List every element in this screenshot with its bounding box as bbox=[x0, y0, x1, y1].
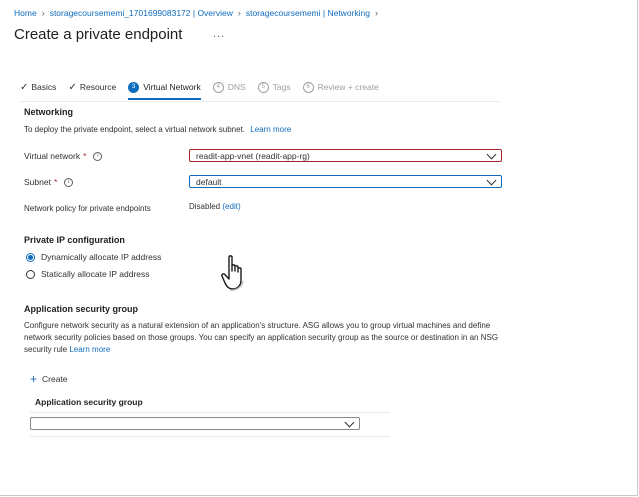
learn-more-link[interactable]: Learn more bbox=[250, 125, 291, 134]
checkmark-icon: ✓ bbox=[20, 81, 29, 93]
virtual-network-select[interactable]: readit-app-vnet (readit-app-rg) bbox=[189, 149, 502, 162]
network-policy-label: Network policy for private endpoints bbox=[24, 204, 151, 213]
plus-icon: + bbox=[30, 372, 38, 386]
asg-column-header: Application security group bbox=[35, 397, 143, 407]
breadcrumb: Home › storagecoursememi_1701699083172 |… bbox=[14, 8, 378, 18]
asg-heading: Application security group bbox=[24, 304, 139, 314]
radio-static-ip[interactable]: Statically allocate IP address bbox=[26, 269, 150, 279]
step-number-icon: 5 bbox=[257, 81, 269, 93]
subnet-select[interactable]: default bbox=[189, 175, 502, 188]
radio-label: Statically allocate IP address bbox=[41, 269, 150, 279]
subnet-value: default bbox=[196, 176, 222, 187]
vnet-label: Virtual network bbox=[24, 151, 81, 161]
tab-label: Resource bbox=[79, 82, 117, 92]
table-divider bbox=[30, 436, 390, 437]
breadcrumb-home[interactable]: Home bbox=[14, 8, 37, 18]
radio-label: Dynamically allocate IP address bbox=[41, 252, 162, 262]
chevron-down-icon bbox=[344, 417, 355, 427]
virtual-network-value: readit-app-vnet (readit-app-rg) bbox=[196, 150, 310, 161]
chevron-right-icon: › bbox=[374, 8, 378, 18]
subnet-label-row: Subnet * i bbox=[24, 177, 74, 187]
tab-label: DNS bbox=[227, 82, 246, 92]
chevron-right-icon: › bbox=[237, 8, 241, 18]
networking-description: To deploy the private endpoint, select a… bbox=[24, 125, 246, 134]
wizard-tabs: ✓ Basics ✓ Resource 3 Virtual Network 4 … bbox=[20, 80, 391, 100]
tab-label: Tags bbox=[272, 82, 291, 92]
radio-dynamic-ip[interactable]: Dynamically allocate IP address bbox=[26, 252, 161, 262]
vnet-label-row: Virtual network * i bbox=[24, 151, 103, 161]
tab-resource[interactable]: ✓ Resource bbox=[68, 80, 116, 94]
info-icon[interactable]: i bbox=[64, 177, 74, 187]
tab-label: Review + create bbox=[317, 82, 379, 92]
network-policy-edit-link[interactable]: (edit) bbox=[222, 202, 240, 211]
asg-description-block: Configure network security as a natural … bbox=[24, 320, 499, 356]
subnet-label: Subnet bbox=[24, 177, 51, 187]
tab-review-create[interactable]: 6 Review + create bbox=[302, 80, 379, 94]
hand-cursor-icon bbox=[221, 255, 244, 291]
table-divider bbox=[30, 412, 390, 413]
chevron-down-icon bbox=[486, 149, 497, 159]
checkmark-icon: ✓ bbox=[68, 81, 77, 93]
tab-label: Basics bbox=[31, 82, 57, 92]
tab-label: Virtual Network bbox=[143, 82, 201, 92]
step-number-icon: 6 bbox=[302, 81, 314, 93]
tab-divider bbox=[20, 101, 500, 102]
radio-selected-icon bbox=[26, 252, 35, 262]
network-policy-value: Disabled bbox=[189, 202, 221, 211]
networking-description-row: To deploy the private endpoint, select a… bbox=[24, 125, 291, 134]
breadcrumb-overview[interactable]: storagecoursememi_1701699083172 | Overvi… bbox=[50, 8, 233, 18]
tab-tags[interactable]: 5 Tags bbox=[257, 80, 291, 94]
tab-dns[interactable]: 4 DNS bbox=[212, 80, 246, 94]
breadcrumb-networking[interactable]: storagecoursememi | Networking bbox=[246, 8, 370, 18]
create-label: Create bbox=[42, 374, 68, 384]
chevron-down-icon bbox=[486, 175, 497, 185]
radio-unselected-icon bbox=[26, 269, 35, 279]
page-title: Create a private endpoint bbox=[14, 26, 183, 43]
required-marker: * bbox=[53, 177, 58, 187]
create-asg-button[interactable]: + Create bbox=[30, 372, 68, 386]
required-marker: * bbox=[83, 151, 87, 161]
more-options-button[interactable]: ... bbox=[213, 28, 225, 40]
info-icon[interactable]: i bbox=[93, 151, 103, 161]
tab-basics[interactable]: ✓ Basics bbox=[20, 80, 56, 94]
asg-select[interactable] bbox=[30, 417, 360, 430]
networking-heading: Networking bbox=[24, 107, 74, 117]
step-number-icon: 3 bbox=[128, 81, 140, 93]
chevron-right-icon: › bbox=[41, 8, 45, 18]
network-policy-row: Disabled (edit) bbox=[189, 202, 241, 211]
step-number-icon: 4 bbox=[212, 81, 224, 93]
tab-virtual-network[interactable]: 3 Virtual Network bbox=[128, 80, 202, 100]
asg-learn-more-link[interactable]: Learn more bbox=[69, 345, 110, 354]
private-ip-heading: Private IP configuration bbox=[24, 235, 125, 245]
